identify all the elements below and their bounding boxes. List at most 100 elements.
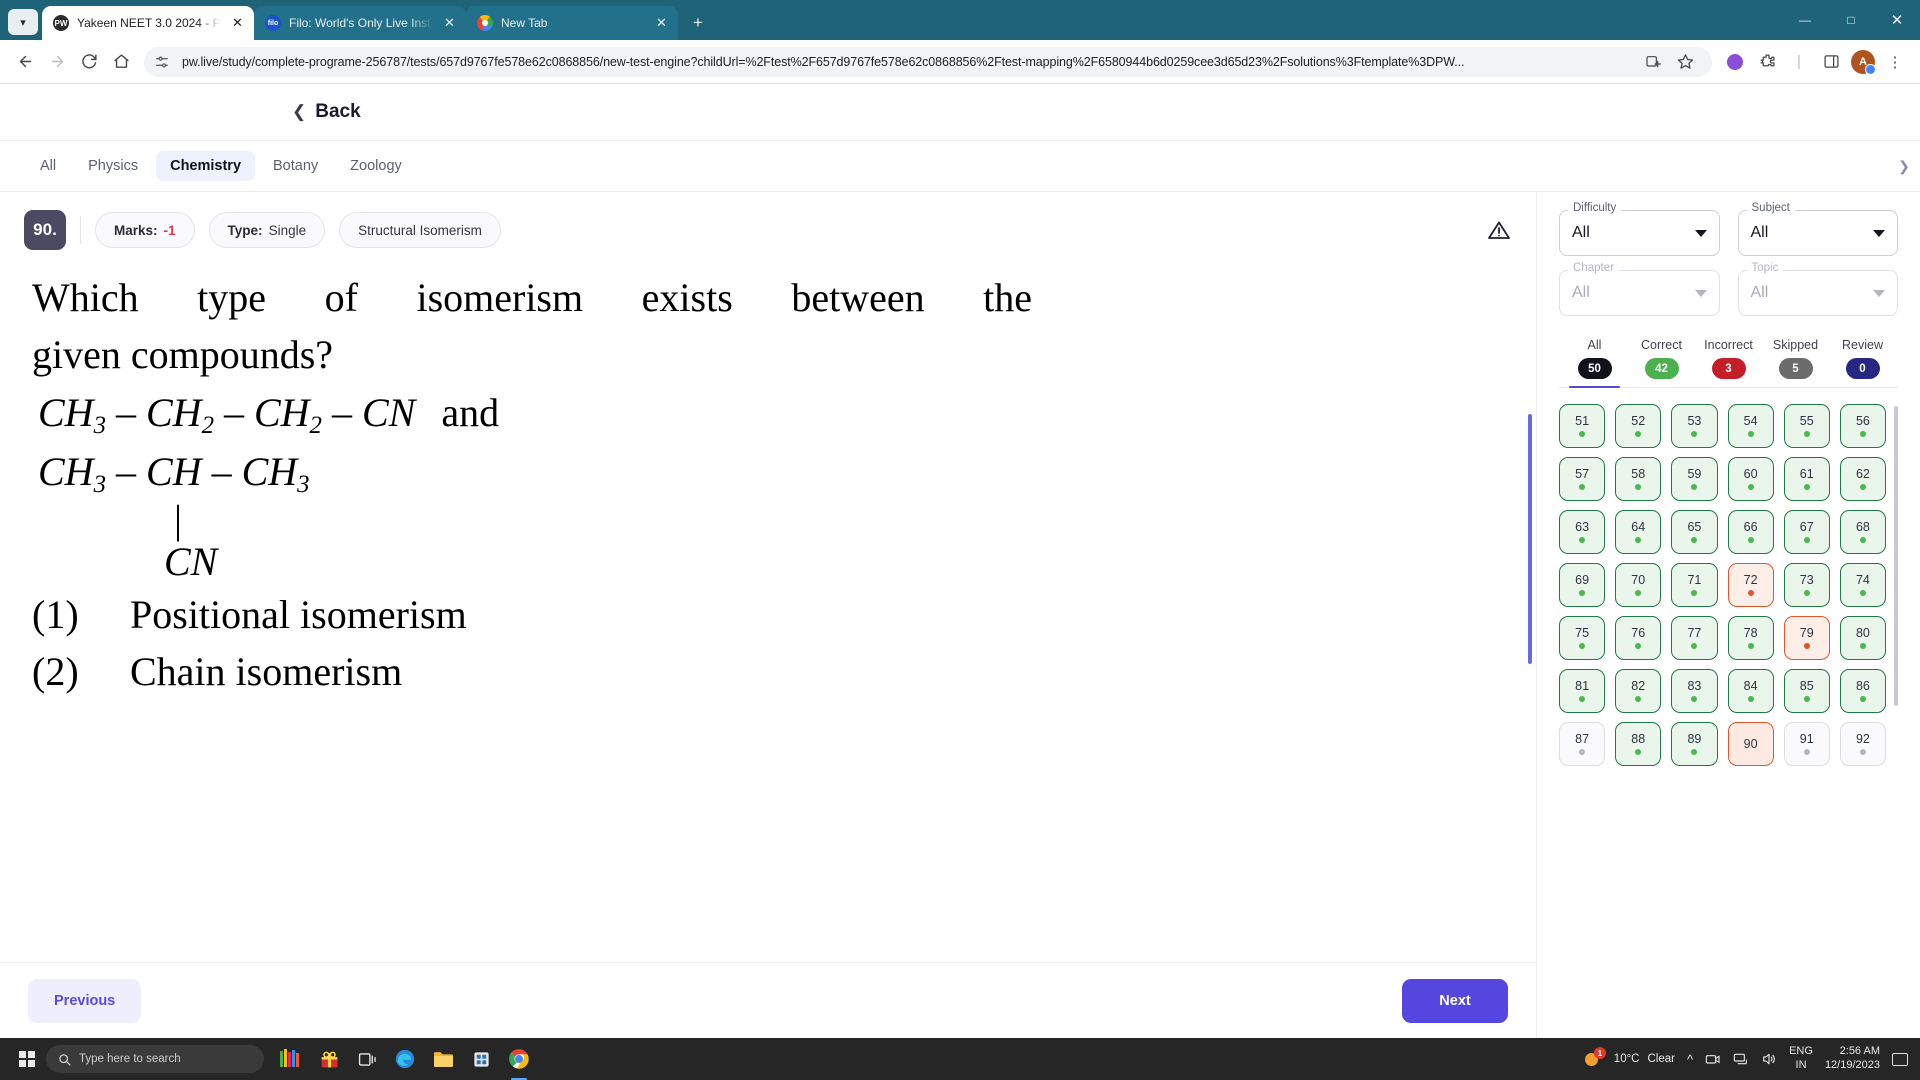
question-grid-item[interactable]: 54 [1728,404,1774,448]
status-tab-all[interactable]: All 50 [1561,338,1628,387]
question-scrollbar[interactable] [1528,414,1532,664]
tab-botany[interactable]: Botany [259,151,332,181]
difficulty-select[interactable]: Difficulty All [1559,210,1720,256]
browser-tab-1[interactable]: PW Yakeen NEET 3.0 2024 - Physics ✕ [42,6,254,40]
topic-select[interactable]: Topic All [1738,270,1899,316]
address-bar[interactable]: pw.live/study/complete-programe-256787/t… [144,47,1712,77]
report-warning-icon[interactable] [1486,217,1512,243]
volume-icon[interactable] [1761,1052,1777,1066]
status-tab-skipped[interactable]: Skipped 5 [1762,338,1829,387]
question-grid-item[interactable]: 74 [1840,563,1886,607]
network-icon[interactable] [1733,1052,1749,1066]
taskbar-search[interactable]: Type here to search [46,1045,264,1073]
profile-avatar[interactable]: A [1848,47,1878,77]
question-grid-item[interactable]: 73 [1784,563,1830,607]
question-grid-item[interactable]: 59 [1671,457,1717,501]
forward-icon[interactable] [42,47,72,77]
notification-center-icon[interactable] [1892,1053,1908,1066]
minimize-icon[interactable]: — [1782,0,1828,40]
camera-icon[interactable] [1705,1052,1721,1066]
question-grid-item[interactable]: 65 [1671,510,1717,554]
question-grid-item[interactable]: 91 [1784,722,1830,766]
status-tab-correct[interactable]: Correct 42 [1628,338,1695,387]
reload-icon[interactable] [74,47,104,77]
app-icon-gift[interactable] [312,1042,346,1076]
option-1[interactable]: (1) Positional isomerism [32,587,1512,644]
question-grid-item[interactable]: 71 [1671,563,1717,607]
weather-widget[interactable]: 1 10°C Clear [1584,1050,1675,1068]
question-grid-item[interactable]: 76 [1615,616,1661,660]
show-hidden-icons-chevron[interactable]: ^ [1687,1052,1693,1067]
question-grid-item[interactable]: 92 [1840,722,1886,766]
question-grid-item[interactable]: 81 [1559,669,1605,713]
next-button[interactable]: Next [1402,979,1508,1023]
site-settings-icon[interactable] [150,50,174,74]
question-grid-item[interactable]: 67 [1784,510,1830,554]
new-tab-button[interactable]: + [684,9,712,37]
maximize-icon[interactable]: □ [1828,0,1874,40]
previous-button[interactable]: Previous [28,979,141,1023]
clock[interactable]: 2:56 AM 12/19/2023 [1825,1045,1880,1073]
tab-search-button[interactable]: ▾ [8,9,38,35]
close-tab-icon[interactable]: ✕ [653,15,670,32]
question-grid-item[interactable]: 62 [1840,457,1886,501]
grid-scrollbar[interactable] [1894,406,1898,706]
chevron-right-icon[interactable]: ❯ [1894,153,1914,179]
question-grid-item[interactable]: 56 [1840,404,1886,448]
question-grid-item[interactable]: 85 [1784,669,1830,713]
question-grid-item[interactable]: 82 [1615,669,1661,713]
task-view-button[interactable] [350,1042,384,1076]
home-icon[interactable] [106,47,136,77]
browser-tab-2[interactable]: filo Filo: World's Only Live Instant T ✕ [254,6,466,40]
question-grid-item[interactable]: 86 [1840,669,1886,713]
close-window-icon[interactable]: ✕ [1874,0,1920,40]
question-grid-item[interactable]: 80 [1840,616,1886,660]
browser-tab-3[interactable]: New Tab ✕ [466,6,678,40]
question-grid-item[interactable]: 77 [1671,616,1717,660]
chapter-select[interactable]: Chapter All [1559,270,1720,316]
question-grid-item[interactable]: 88 [1615,722,1661,766]
question-grid-item[interactable]: 52 [1615,404,1661,448]
app-icon-store[interactable] [464,1042,498,1076]
question-grid-item[interactable]: 66 [1728,510,1774,554]
question-grid-item[interactable]: 83 [1671,669,1717,713]
app-icon-chrome[interactable] [502,1042,536,1076]
question-grid-item[interactable]: 68 [1840,510,1886,554]
install-app-icon[interactable] [1638,47,1668,77]
subject-select[interactable]: Subject All [1738,210,1899,256]
close-tab-icon[interactable]: ✕ [229,15,246,32]
chrome-menu-icon[interactable]: ⋮ [1880,47,1910,77]
question-grid-item[interactable]: 84 [1728,669,1774,713]
question-grid-item[interactable]: 55 [1784,404,1830,448]
extension-purple-icon[interactable] [1720,47,1750,77]
app-icon-edge[interactable] [388,1042,422,1076]
back-icon[interactable] [10,47,40,77]
question-grid-item[interactable]: 89 [1671,722,1717,766]
side-panel-icon[interactable] [1816,47,1846,77]
extensions-puzzle-icon[interactable] [1752,47,1782,77]
question-grid-item[interactable]: 78 [1728,616,1774,660]
question-grid-item[interactable]: 75 [1559,616,1605,660]
question-grid-item[interactable]: 60 [1728,457,1774,501]
close-tab-icon[interactable]: ✕ [441,15,458,32]
tab-zoology[interactable]: Zoology [336,151,416,181]
tab-all[interactable]: All [26,151,70,181]
language-indicator[interactable]: ENG IN [1789,1045,1813,1073]
status-tab-incorrect[interactable]: Incorrect 3 [1695,338,1762,387]
question-grid-item[interactable]: 57 [1559,457,1605,501]
tab-chemistry[interactable]: Chemistry [156,151,255,181]
question-grid-item[interactable]: 58 [1615,457,1661,501]
option-2[interactable]: (2) Chain isomerism [32,644,1512,701]
app-icon-colorful[interactable] [274,1042,308,1076]
question-grid-item[interactable]: 79 [1784,616,1830,660]
question-grid-item[interactable]: 63 [1559,510,1605,554]
question-grid-item[interactable]: 61 [1784,457,1830,501]
question-grid-item[interactable]: 70 [1615,563,1661,607]
tab-physics[interactable]: Physics [74,151,152,181]
bookmark-star-icon[interactable] [1670,47,1700,77]
question-grid-item[interactable]: 87 [1559,722,1605,766]
question-grid-item[interactable]: 90 [1728,722,1774,766]
back-button[interactable]: ❮ Back [292,101,361,123]
question-grid-item[interactable]: 51 [1559,404,1605,448]
question-grid-item[interactable]: 72 [1728,563,1774,607]
